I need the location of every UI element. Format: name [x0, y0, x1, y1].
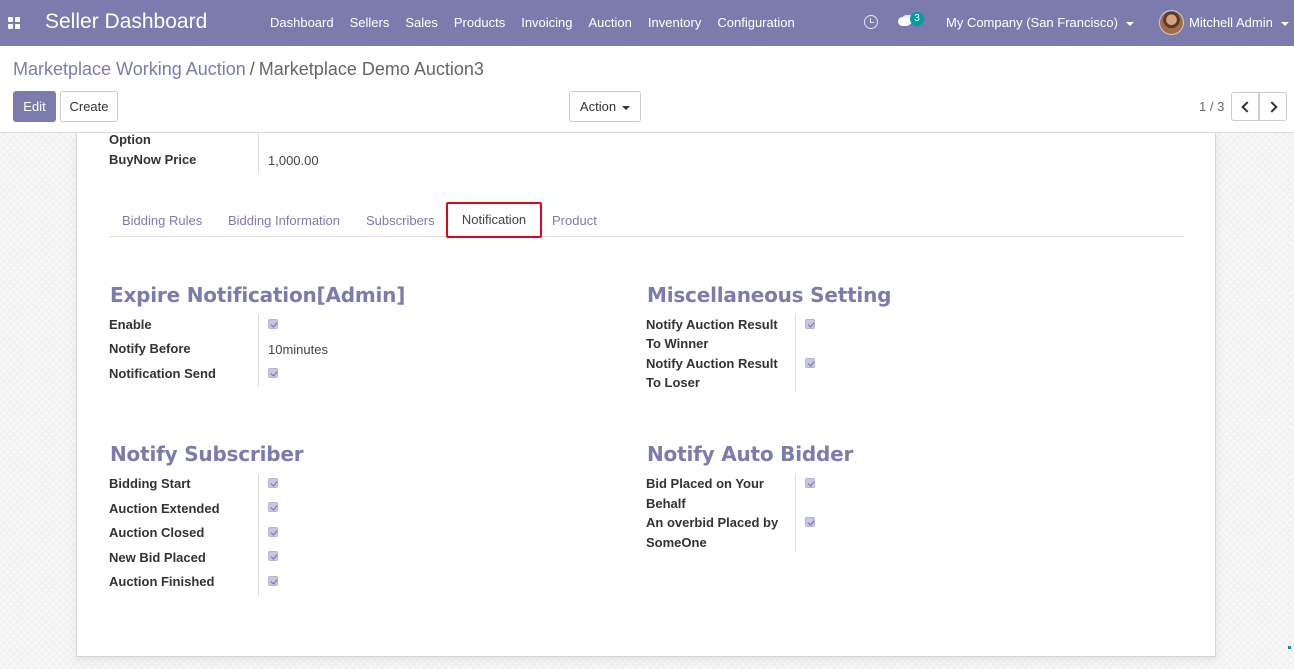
menu-auction[interactable]: Auction — [581, 0, 640, 46]
notify-loser-checkbox[interactable] — [805, 358, 815, 368]
tab-notification[interactable]: Notification — [446, 202, 542, 238]
apps-menu-icon[interactable] — [8, 17, 20, 29]
notify-auto-bidder-title: Notify Auto Bidder — [647, 442, 854, 466]
notify-winner-label-line1: Notify Auction Result — [646, 317, 778, 332]
company-switcher[interactable]: My Company (San Francisco) — [946, 15, 1134, 30]
pager-next-button[interactable] — [1259, 92, 1287, 121]
bidding-start-checkbox[interactable] — [268, 478, 278, 488]
new-bid-placed-label: New Bid Placed — [109, 550, 206, 565]
field-divider — [258, 314, 259, 387]
tab-subscribers[interactable]: Subscribers — [366, 213, 435, 228]
activity-clock-icon[interactable] — [864, 15, 878, 29]
tab-bidding-information[interactable]: Bidding Information — [228, 213, 340, 228]
menu-sellers[interactable]: Sellers — [342, 0, 398, 46]
form-sheet — [76, 133, 1216, 657]
overbid-checkbox[interactable] — [805, 517, 815, 527]
user-name: Mitchell Admin — [1189, 15, 1273, 30]
overbid-label-line1: An overbid Placed by — [646, 515, 779, 530]
enable-label: Enable — [109, 317, 152, 332]
pager-previous-button[interactable] — [1231, 92, 1259, 121]
create-button[interactable]: Create — [60, 91, 118, 122]
messages-count-badge: 3 — [910, 12, 924, 26]
field-divider — [795, 314, 796, 392]
expire-notification-title: Expire Notification[Admin] — [110, 283, 406, 307]
buynow-price-label: BuyNow Price — [109, 152, 197, 167]
notify-subscriber-title: Notify Subscriber — [110, 442, 304, 466]
menu-inventory[interactable]: Inventory — [640, 0, 709, 46]
notify-winner-label-line2: To Winner — [646, 336, 709, 351]
tab-bidding-rules[interactable]: Bidding Rules — [122, 213, 202, 228]
action-label: Action — [579, 99, 617, 114]
caret-down-icon — [1125, 21, 1134, 26]
corner-indicator — [1288, 646, 1291, 649]
menu-invoicing[interactable]: Invoicing — [513, 0, 580, 46]
bid-placed-checkbox[interactable] — [805, 478, 815, 488]
user-avatar[interactable] — [1159, 10, 1184, 35]
tabs-underline — [109, 236, 1184, 237]
chevron-right-icon — [1266, 101, 1278, 113]
top-navbar: Seller Dashboard Dashboard Sellers Sales… — [0, 0, 1294, 46]
notification-send-checkbox[interactable] — [268, 368, 278, 378]
auction-finished-checkbox[interactable] — [268, 576, 278, 586]
breadcrumb: Marketplace Working Auction / Marketplace … — [13, 59, 484, 80]
pager-value[interactable]: 1 / 3 — [1199, 99, 1224, 114]
notification-send-label: Notification Send — [109, 366, 216, 381]
action-dropdown-button[interactable]: Action — [569, 91, 641, 122]
auction-closed-checkbox[interactable] — [268, 527, 278, 537]
user-menu[interactable]: Mitchell Admin — [1189, 15, 1289, 30]
buynow-price-value: 1,000.00 — [268, 153, 319, 168]
auction-finished-label: Auction Finished — [109, 574, 215, 589]
auction-extended-checkbox[interactable] — [268, 502, 278, 512]
notify-winner-checkbox[interactable] — [805, 319, 815, 329]
breadcrumb-parent-link[interactable]: Marketplace Working Auction — [13, 59, 246, 79]
enable-checkbox[interactable] — [268, 319, 278, 329]
bid-placed-label-line1: Bid Placed on Your — [646, 476, 764, 491]
company-name: My Company (San Francisco) — [946, 15, 1118, 30]
menu-sales[interactable]: Sales — [397, 0, 446, 46]
caret-down-icon — [1280, 21, 1289, 26]
new-bid-placed-checkbox[interactable] — [268, 551, 278, 561]
caret-down-icon — [622, 105, 631, 110]
auction-closed-label: Auction Closed — [109, 525, 205, 540]
notify-loser-label-line2: To Loser — [646, 375, 700, 390]
overbid-label-line2: SomeOne — [646, 535, 707, 550]
bidding-start-label: Bidding Start — [109, 476, 191, 491]
option-label: Option — [109, 132, 151, 147]
notify-loser-label-line1: Notify Auction Result — [646, 356, 778, 371]
app-brand[interactable]: Seller Dashboard — [45, 10, 207, 34]
tab-product[interactable]: Product — [552, 213, 597, 228]
field-divider — [795, 474, 796, 552]
chevron-left-icon — [1241, 101, 1253, 113]
edit-button[interactable]: Edit — [13, 91, 56, 122]
auction-extended-label: Auction Extended — [109, 501, 220, 516]
notify-before-value: 10minutes — [268, 342, 328, 357]
breadcrumb-current: Marketplace Demo Auction3 — [258, 59, 484, 79]
menu-configuration[interactable]: Configuration — [709, 0, 802, 46]
field-divider — [258, 474, 259, 596]
menu-products[interactable]: Products — [446, 0, 513, 46]
misc-setting-title: Miscellaneous Setting — [647, 283, 892, 307]
notify-before-label: Notify Before — [109, 341, 191, 356]
main-menu: Dashboard Sellers Sales Products Invoici… — [262, 0, 803, 46]
menu-dashboard[interactable]: Dashboard — [262, 0, 342, 46]
breadcrumb-separator: / — [249, 59, 255, 79]
field-divider — [258, 133, 259, 173]
bid-placed-label-line2: Behalf — [646, 496, 686, 511]
